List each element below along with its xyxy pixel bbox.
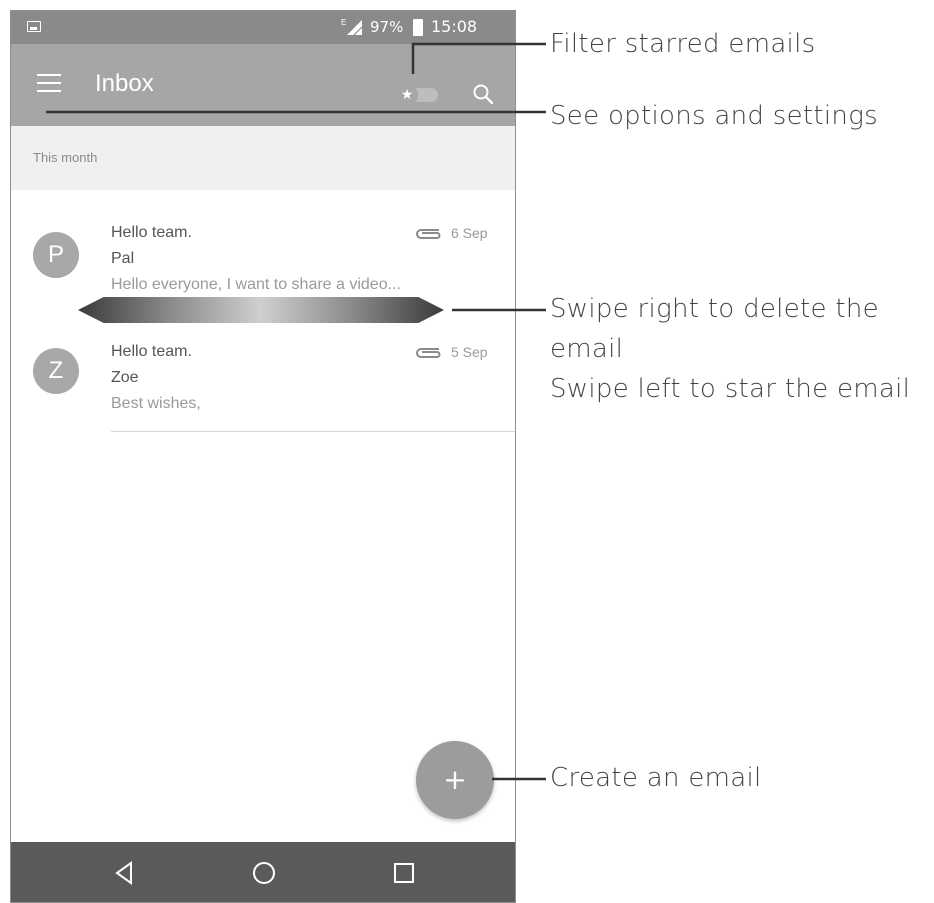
avatar: Z [33,348,79,394]
attachment-icon [416,348,441,358]
email-date: 5 Sep [451,344,488,360]
email-list-item[interactable]: Z Hello team. Zoe Best wishes, 5 Sep [11,316,515,432]
star-filter-toggle[interactable]: ★ [396,84,442,106]
status-bar: E 97% 15:08 [11,11,515,44]
email-list-item[interactable]: P Hello team. Pal Hello everyone, I want… [11,190,515,306]
battery-percent: 97% [370,18,404,36]
star-icon: ★ [396,84,418,106]
email-subject: Hello team. [111,224,192,241]
status-clock: 15:08 [431,17,478,36]
battery-icon [413,19,423,36]
attachment-icon [416,229,441,239]
recents-square-icon[interactable] [389,858,419,888]
callout-create-email: Create an email [550,763,762,793]
signal-icon: E [341,18,363,36]
network-type-label: E [341,18,346,27]
back-triangle-icon[interactable] [109,858,139,888]
email-preview: Hello everyone, I want to share a video.… [111,276,401,293]
phone-screen: E 97% 15:08 Inbox ★ This month P Hello t… [10,10,516,903]
section-label: This month [33,150,98,165]
compose-fab-button[interactable]: + [416,741,494,819]
email-sender: Zoe [111,369,139,386]
swipe-gesture-bar [78,297,444,323]
callout-options-settings: See options and settings [550,101,878,131]
callout-swipe-left: Swipe left to star the email [550,374,911,404]
section-header: This month [11,126,515,190]
hamburger-menu-icon[interactable] [37,74,63,96]
navigation-bar [11,842,515,902]
email-sender: Pal [111,250,135,267]
email-preview: Best wishes, [111,395,201,412]
callout-swipe-right-cont: email [550,334,624,364]
search-icon[interactable] [471,82,495,106]
email-date: 6 Sep [451,225,488,241]
callout-filter-starred: Filter starred emails [550,29,816,59]
image-notification-icon [27,21,41,32]
email-subject: Hello team. [111,343,192,360]
app-bar: Inbox ★ [11,44,515,126]
callout-swipe-right: Swipe right to delete the [550,294,879,324]
avatar: P [33,232,79,278]
page-title: Inbox [95,70,154,97]
home-circle-icon[interactable] [249,858,279,888]
list-divider [111,431,515,432]
